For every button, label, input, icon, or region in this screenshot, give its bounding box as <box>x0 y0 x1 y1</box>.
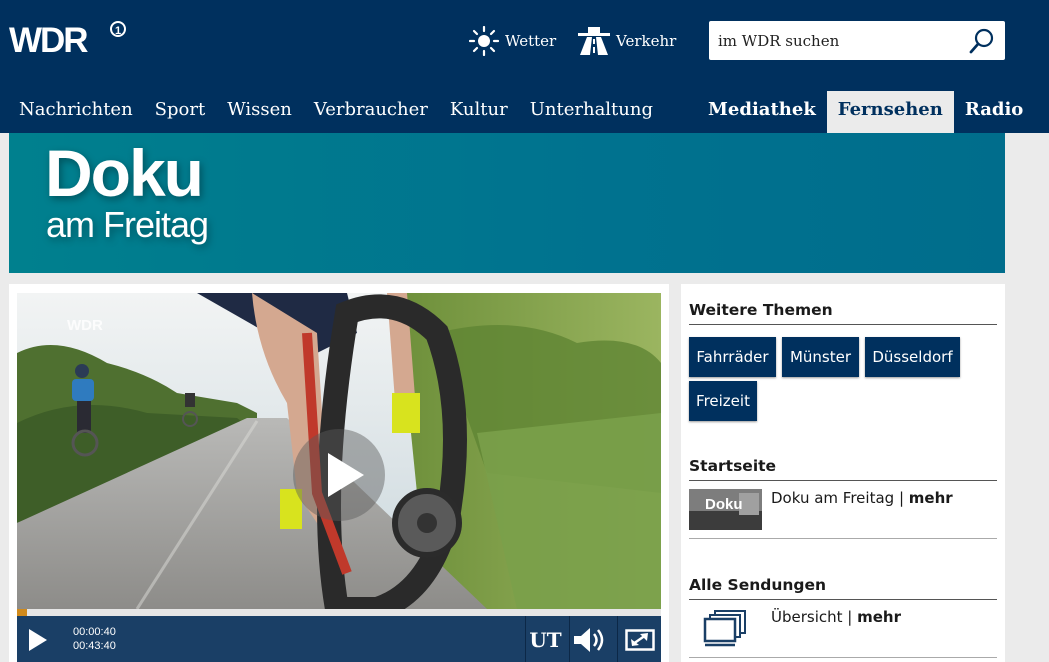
fullscreen-icon[interactable] <box>617 616 661 662</box>
tag-fahrraeder[interactable]: Fahrräder <box>689 337 776 377</box>
player-controls: 00:00:40 00:43:40 UT <box>17 616 661 662</box>
main-nav: Nachrichten Sport Wissen Verbraucher Kul… <box>0 91 664 133</box>
banner-title: Doku <box>45 136 204 210</box>
startseite-text: Doku am Freitag | mehr <box>771 489 953 507</box>
subtitles-button[interactable]: UT <box>525 616 565 662</box>
wetter-link[interactable]: Wetter <box>469 26 556 56</box>
alle-sendungen-link[interactable]: Übersicht | mehr <box>689 602 997 658</box>
verkehr-label: Verkehr <box>616 32 677 50</box>
tag-duesseldorf[interactable]: Düsseldorf <box>865 337 960 377</box>
alle-sendungen-heading: Alle Sendungen <box>689 576 997 600</box>
nav-wissen[interactable]: Wissen <box>216 91 303 133</box>
weitere-themen-heading: Weitere Themen <box>689 301 997 325</box>
video-watermark: WDR <box>67 317 103 334</box>
svg-text:1: 1 <box>115 25 121 37</box>
nav-radio[interactable]: Radio <box>954 91 1034 133</box>
search-input[interactable] <box>718 21 968 60</box>
wetter-label: Wetter <box>505 32 557 50</box>
nav-verbraucher[interactable]: Verbraucher <box>303 91 439 133</box>
nav-unterhaltung[interactable]: Unterhaltung <box>519 91 664 133</box>
nav-sport[interactable]: Sport <box>144 91 217 133</box>
doku-thumbnail: Doku <box>689 489 762 530</box>
media-nav: Mediathek Fernsehen Radio <box>697 91 1034 133</box>
verkehr-link[interactable]: Verkehr <box>578 26 676 56</box>
video-frame[interactable]: WDR <box>17 293 661 609</box>
site-header: WDR 1 Wetter Verkehr im WDR suchen Nachr… <box>0 0 1049 133</box>
program-banner: Doku am Freitag <box>9 133 1005 273</box>
play-icon[interactable] <box>17 616 57 662</box>
sidebar: Weitere Themen Fahrräder Münster Düsseld… <box>681 284 1005 662</box>
nav-nachrichten[interactable]: Nachrichten <box>0 91 144 133</box>
nav-mediathek[interactable]: Mediathek <box>697 91 827 133</box>
time-total: 00:43:40 <box>73 640 116 652</box>
progress-bar[interactable] <box>17 609 661 616</box>
time-display: 00:00:40 00:43:40 <box>73 625 116 653</box>
wdr-logo[interactable]: WDR 1 <box>9 20 129 60</box>
video-player-card: WDR 00:00:40 00:43:40 UT <box>9 284 669 662</box>
volume-icon[interactable] <box>569 616 609 662</box>
highway-icon <box>578 27 610 55</box>
svg-text:Doku: Doku <box>705 496 743 513</box>
play-overlay-button[interactable] <box>293 429 385 521</box>
nav-kultur[interactable]: Kultur <box>439 91 519 133</box>
progress-fill <box>17 609 27 616</box>
nav-fernsehen[interactable]: Fernsehen <box>826 91 954 133</box>
svg-text:WDR: WDR <box>9 21 88 60</box>
banner-subtitle: am Freitag <box>46 204 209 245</box>
tv-screens-icon <box>703 610 746 647</box>
search-box <box>709 21 1005 60</box>
startseite-link[interactable]: Doku Doku am Freitag | mehr <box>689 483 997 539</box>
tag-freizeit[interactable]: Freizeit <box>689 381 757 421</box>
time-current: 00:00:40 <box>73 626 116 638</box>
search-icon[interactable] <box>969 28 995 54</box>
startseite-heading: Startseite <box>689 457 997 481</box>
sun-icon <box>469 26 499 56</box>
alle-sendungen-text: Übersicht | mehr <box>771 608 901 626</box>
tag-muenster[interactable]: Münster <box>782 337 859 377</box>
